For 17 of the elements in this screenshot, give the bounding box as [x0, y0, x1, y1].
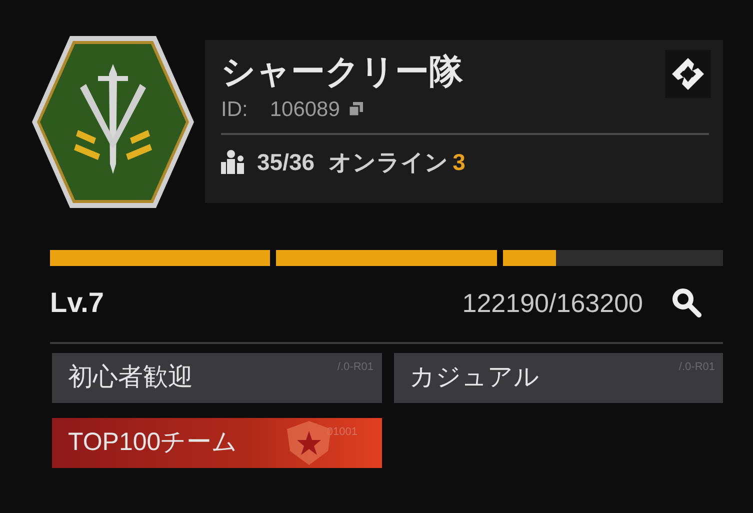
member-count: 35/36: [257, 148, 315, 177]
online-label: オンライン: [328, 148, 449, 177]
tag-code: 01001: [326, 425, 358, 440]
crosshair-icon: [671, 56, 705, 90]
members-icon: [221, 149, 247, 176]
experience-count: 122190/163200: [462, 286, 643, 320]
tag-label: TOP100チーム: [68, 427, 238, 458]
tag-label: 初心者歓迎: [68, 362, 193, 394]
search-icon[interactable]: [671, 287, 703, 319]
online-count: 3: [452, 148, 466, 177]
team-name: シャークリー隊: [221, 52, 463, 92]
team-id: 106089: [270, 96, 340, 122]
level-label: Lv.7: [50, 286, 104, 320]
target-button[interactable]: [665, 50, 711, 98]
id-label: ID:: [221, 96, 248, 122]
copy-icon[interactable]: [348, 101, 364, 118]
tag-label: カジュアル: [410, 362, 540, 394]
